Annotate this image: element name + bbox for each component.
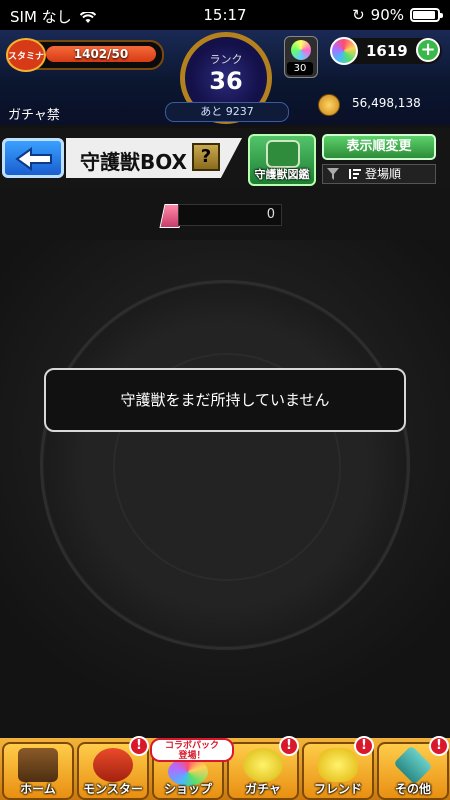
nav-home[interactable]: ホーム xyxy=(2,742,74,800)
guardian-book-icon xyxy=(266,140,300,168)
nav-monster-badge: ! xyxy=(129,736,149,756)
monster-icon xyxy=(93,748,133,782)
nav-friend[interactable]: フレンド ! xyxy=(302,736,374,800)
orb-count: 1619 xyxy=(366,42,408,60)
nav-other[interactable]: その他 ! xyxy=(377,736,449,800)
friend-icon xyxy=(318,748,358,782)
gold-coin-icon xyxy=(318,94,340,116)
collab-line1: コラボパック xyxy=(164,741,219,751)
nav-monster-label: モンスター xyxy=(83,782,143,796)
orb-display: 1619 + xyxy=(330,37,442,65)
filter-icon xyxy=(327,168,339,180)
nav-other-badge: ! xyxy=(429,736,449,756)
sort-order-icon xyxy=(349,169,361,179)
empty-message: 守護獣をまだ所持していません xyxy=(44,368,406,432)
sort-order-display[interactable]: 登場順 xyxy=(322,164,436,184)
guardian-count-box: 0 xyxy=(178,204,282,226)
battery-percent: 90% xyxy=(370,6,404,24)
title-bar: 守護獣BOX ? 守護獣図鑑 表示順変更 登場順 xyxy=(0,128,450,188)
collab-line2: 登場！ xyxy=(178,751,206,761)
rotation-lock-icon: ↻ xyxy=(352,6,365,24)
battery-area: ↻ 90% xyxy=(352,6,443,24)
guardian-encyclopedia-label: 守護獣図鑑 xyxy=(254,168,310,181)
nav-gacha-label: ガチャ xyxy=(245,782,281,796)
count-area: 0 xyxy=(0,188,450,240)
back-button[interactable] xyxy=(2,138,64,178)
main-content xyxy=(0,240,450,738)
sort-order-label: 登場順 xyxy=(365,167,402,181)
collab-pack-callout[interactable]: コラボパック 登場！ xyxy=(150,738,234,762)
nav-friend-label: フレンド xyxy=(313,782,362,796)
help-button[interactable]: ? xyxy=(192,143,220,171)
back-arrow-icon xyxy=(15,147,52,171)
dragon-emblem-background xyxy=(40,280,410,650)
stamina-max: /50 xyxy=(107,47,129,61)
nav-other-label: その他 xyxy=(394,782,431,796)
rank-value: 36 xyxy=(209,67,243,95)
battery-icon xyxy=(410,8,443,22)
rank-next-exp: あと 9237 xyxy=(165,102,289,122)
stamina-meter: スタミナ 1402/50 xyxy=(6,38,164,72)
status-bar: SIM なし 15:17 ↻ 90% xyxy=(0,0,450,30)
stamina-icon: スタミナ xyxy=(6,38,46,72)
gold-value: 56,498,138 xyxy=(352,96,421,110)
nav-shop-label: ショップ xyxy=(163,782,212,796)
orb-purchase-button[interactable]: + xyxy=(416,38,440,62)
sort-change-button[interactable]: 表示順変更 xyxy=(322,134,436,160)
other-icon xyxy=(393,745,433,785)
nav-home-label: ホーム xyxy=(20,782,56,796)
nav-gacha-badge: ! xyxy=(279,736,299,756)
gem-box[interactable]: 30 xyxy=(284,36,318,78)
rank-label: ランク xyxy=(209,53,243,66)
home-icon xyxy=(18,748,58,782)
guardian-count: 0 xyxy=(266,207,275,222)
gacha-icon xyxy=(243,748,283,782)
nav-monster[interactable]: モンスター ! xyxy=(77,736,149,800)
nav-friend-badge: ! xyxy=(354,736,374,756)
game-header: スタミナ 1402/50 ランク 36 あと 9237 30 1619 + ガチ… xyxy=(0,30,450,125)
gem-icon xyxy=(291,40,311,60)
gem-count: 30 xyxy=(287,62,313,75)
guardian-encyclopedia-button[interactable]: 守護獣図鑑 xyxy=(248,134,316,186)
orb-icon xyxy=(330,37,358,65)
nav-gacha[interactable]: ガチャ ! xyxy=(227,736,299,800)
stamina-text: 1402/50 xyxy=(46,46,156,62)
stamina-current: 1402 xyxy=(73,47,108,61)
page-title: 守護獣BOX xyxy=(80,150,187,174)
gacha-ban-label: ガチャ禁 xyxy=(8,108,60,123)
